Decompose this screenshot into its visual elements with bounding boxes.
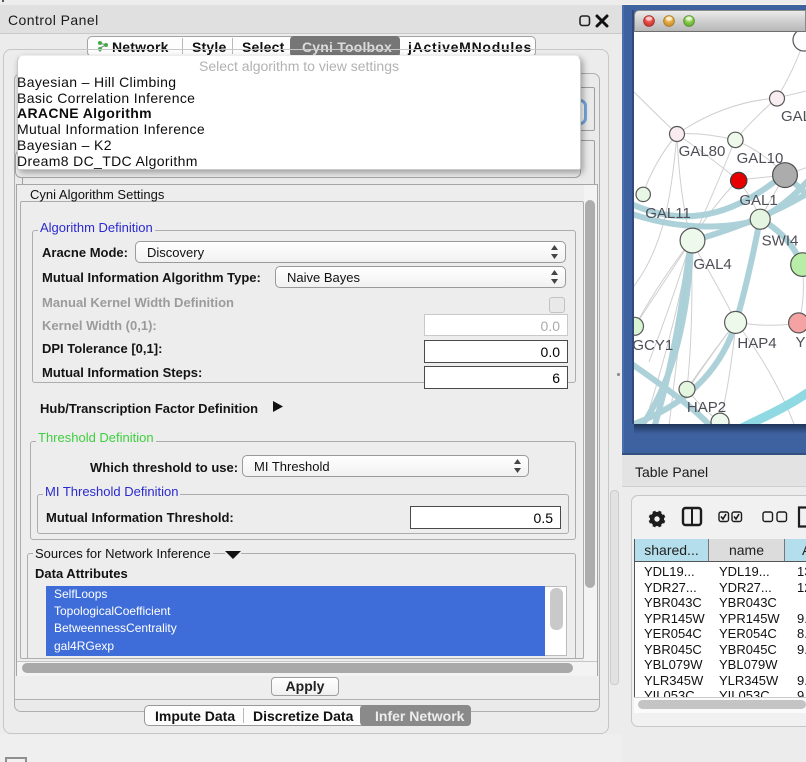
svg-text:GAL11: GAL11: [645, 205, 691, 222]
svg-text:GAL4: GAL4: [693, 256, 731, 273]
svg-text:GCY1: GCY1: [634, 337, 673, 354]
svg-text:SWI4: SWI4: [762, 233, 799, 250]
svg-text:GAL2: GAL2: [781, 108, 806, 125]
svg-text:HAP2: HAP2: [687, 399, 726, 416]
svg-text:GAL1: GAL1: [739, 192, 777, 209]
svg-text:Y: Y: [795, 334, 805, 351]
svg-text:GAL80: GAL80: [679, 143, 726, 160]
svg-text:GAL10: GAL10: [737, 150, 784, 167]
svg-text:HAP4: HAP4: [737, 335, 776, 352]
